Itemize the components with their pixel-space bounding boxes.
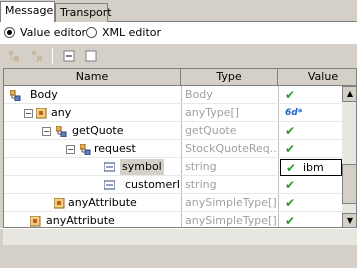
element-node-icon: [56, 126, 67, 137]
row-type: getQuote: [185, 124, 237, 137]
check-icon: ✔: [285, 88, 296, 102]
table-row[interactable]: symbol string ✔ ibm: [4, 159, 342, 176]
scroll-down-arrow-icon[interactable]: ▼: [342, 213, 356, 227]
row-type: anySimpleType[]: [185, 196, 277, 209]
row-value[interactable]: ✔: [280, 195, 342, 212]
check-icon: ✔: [285, 142, 296, 156]
expand-button[interactable]: [82, 47, 100, 65]
toolbar: [0, 44, 357, 68]
bottom-area: [0, 228, 357, 268]
table-row[interactable]: Body Body ✔: [4, 87, 342, 104]
value-input[interactable]: ✔ ibm: [280, 159, 342, 176]
tab-transport[interactable]: Transport: [55, 3, 112, 22]
row-type: string: [185, 160, 217, 173]
collapse-all-button[interactable]: [60, 47, 78, 65]
row-name: any: [51, 106, 72, 119]
element-node-icon: [36, 108, 47, 119]
row-value[interactable]: ✔: [280, 123, 342, 140]
row-type: Body: [185, 88, 213, 101]
value-editor-label: Value editor: [20, 26, 87, 39]
row-name: anyAttribute: [46, 214, 115, 227]
xml-editor-radio[interactable]: XML editor: [86, 26, 161, 39]
collapse-toggle-icon[interactable]: −: [66, 145, 75, 154]
vertical-scrollbar[interactable]: ▲ ▼: [342, 86, 356, 227]
remove-element-icon: [32, 51, 43, 62]
row-type: StockQuoteReq...: [185, 142, 278, 155]
radio-selected-icon: [4, 27, 15, 38]
table-row[interactable]: − any anyType[] 6d*: [4, 105, 342, 122]
check-icon: ✔: [286, 161, 297, 175]
radio-unselected-icon: [86, 27, 97, 38]
table-row[interactable]: customerID string ✔: [4, 177, 342, 194]
row-type: anySimpleType[]: [185, 214, 277, 227]
leaf-node-icon: [104, 162, 115, 172]
collapse-all-icon: [63, 50, 75, 62]
attr-check-icon: ✔: [285, 214, 296, 228]
row-name: getQuote: [72, 124, 124, 137]
attribute-node-icon: [54, 198, 65, 209]
any-type-icon: 6d*: [285, 108, 303, 118]
row-value[interactable]: ✔: [280, 141, 342, 158]
row-name: request: [94, 142, 136, 155]
row-value[interactable]: ✔: [280, 177, 342, 194]
table-row[interactable]: anyAttribute anySimpleType[] ✔: [4, 213, 342, 228]
value-editor-radio[interactable]: Value editor: [4, 26, 86, 39]
row-type: string: [185, 178, 217, 191]
expand-box-icon: [85, 50, 97, 62]
editor-mode-group: Value editor XML editor: [0, 22, 357, 44]
row-name: anyAttribute: [68, 196, 137, 209]
tab-bar: Message Transport: [0, 0, 357, 23]
xml-editor-label: XML editor: [102, 26, 162, 39]
row-type: anyType[]: [185, 106, 240, 119]
attribute-node-icon: [30, 216, 41, 227]
column-header-type[interactable]: Type: [181, 69, 278, 86]
collapse-toggle-icon[interactable]: −: [42, 127, 51, 136]
value-text: ibm: [303, 161, 324, 174]
leaf-node-icon: [104, 180, 115, 190]
scroll-up-arrow-icon[interactable]: ▲: [342, 86, 356, 102]
element-node-icon: [10, 90, 21, 101]
row-value[interactable]: ✔: [280, 87, 342, 104]
horizontal-scrollbar[interactable]: [3, 229, 357, 245]
toolbar-separator: [52, 48, 53, 64]
table-row[interactable]: − request StockQuoteReq... ✔: [4, 141, 342, 158]
row-name: customerID: [125, 178, 181, 191]
check-icon: ✔: [285, 178, 296, 192]
column-header-name[interactable]: Name: [4, 69, 181, 86]
scroll-thumb[interactable]: [342, 164, 356, 204]
tab-message[interactable]: Message: [0, 1, 55, 23]
check-icon: ✔: [285, 124, 296, 138]
value-table: Name Type Value Body Body ✔ − any anyTyp…: [3, 68, 357, 228]
row-name: Body: [30, 88, 58, 101]
table-row[interactable]: anyAttribute anySimpleType[] ✔: [4, 195, 342, 212]
add-element-button[interactable]: [5, 47, 23, 65]
table-row[interactable]: − getQuote getQuote ✔: [4, 123, 342, 140]
add-element-icon: [9, 51, 19, 61]
attr-check-icon: ✔: [285, 196, 296, 210]
row-value[interactable]: 6d*: [280, 105, 342, 122]
remove-element-button[interactable]: [28, 47, 46, 65]
row-name: symbol: [120, 159, 164, 175]
collapse-toggle-icon[interactable]: −: [24, 109, 33, 118]
table-header: Name Type Value: [4, 69, 356, 86]
column-header-value[interactable]: Value: [278, 69, 356, 86]
element-node-icon: [80, 144, 91, 155]
row-value[interactable]: ✔: [280, 213, 342, 228]
message-editor-panel: Message Transport Value editor XML edito…: [0, 0, 357, 268]
